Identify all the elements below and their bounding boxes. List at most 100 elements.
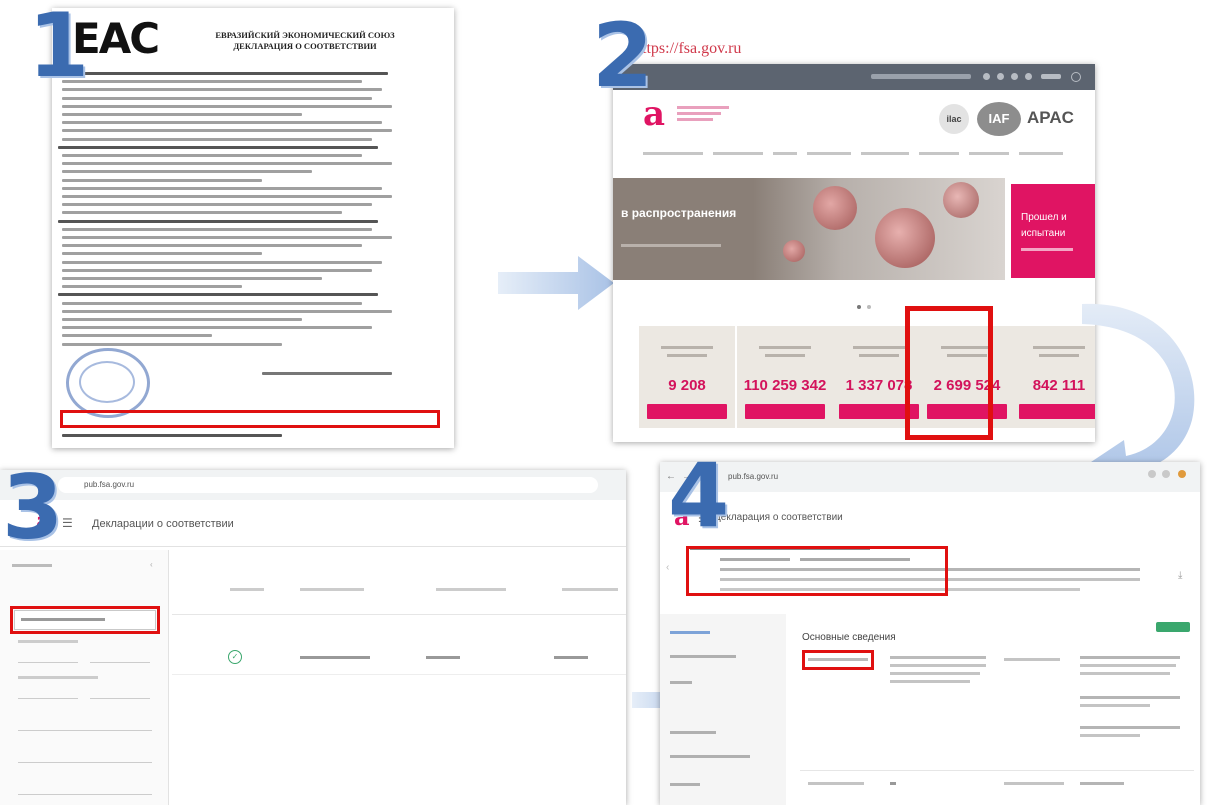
browser-bar: ⟳ pub.fsa.gov.ru [0, 470, 626, 500]
document-text-line [62, 227, 372, 231]
sidebar-item-label [670, 755, 750, 758]
stat-open-button[interactable] [647, 404, 727, 419]
filter-sidebar: ‹ [0, 550, 169, 805]
document-text-line [62, 186, 382, 190]
extension-icon[interactable] [1162, 470, 1170, 478]
menu-icon[interactable]: ☰ [62, 516, 73, 530]
document-text-line [62, 318, 302, 321]
stat-label [667, 354, 707, 357]
step-number-1: 1 [28, 0, 90, 97]
banner-side-card[interactable]: Прошел и испытани [1011, 184, 1095, 278]
seal-stamp [66, 348, 150, 418]
document-text-line [58, 145, 378, 149]
site-topbar [613, 64, 1095, 90]
collapse-icon[interactable]: ‹ [150, 560, 153, 569]
date-to-input-2[interactable] [90, 686, 150, 699]
search-icon[interactable] [1071, 72, 1081, 82]
main-nav [643, 152, 1083, 158]
declarations-highlight [905, 306, 993, 440]
date-from-input[interactable] [18, 650, 78, 663]
signature-line [262, 372, 392, 375]
download-icon[interactable]: ⤓ [1178, 570, 1182, 581]
youtube-icon[interactable] [1011, 73, 1018, 80]
page-title: Декларация о соответствии [714, 512, 843, 523]
nav-item[interactable] [773, 152, 797, 155]
twitter-icon[interactable] [983, 73, 990, 80]
sidebar-item[interactable] [670, 700, 780, 714]
status-select[interactable] [18, 712, 152, 731]
document-text-line [62, 268, 372, 272]
news-banner[interactable]: в распространения [613, 178, 1005, 280]
nav-item[interactable] [1019, 152, 1063, 155]
nav-item[interactable] [807, 152, 851, 155]
date-from-input-2[interactable] [18, 686, 78, 699]
sidebar-item[interactable] [670, 676, 780, 690]
step-number-2: 2 [592, 4, 654, 107]
stat-label [1039, 354, 1079, 357]
document-text-line [62, 129, 392, 133]
document-text-line [62, 162, 392, 166]
document-text-line [62, 309, 392, 313]
stat-value: 110 259 342 [743, 377, 827, 394]
banner-text: в распространения [621, 206, 737, 220]
document-text-line [62, 80, 362, 84]
sidebar-item[interactable] [670, 726, 780, 740]
stat-open-button[interactable] [745, 404, 825, 419]
sidebar-item-label [670, 783, 700, 786]
registration-info-highlight [686, 546, 948, 596]
prev-icon[interactable]: ‹ [666, 562, 669, 573]
date-to-input[interactable] [90, 650, 150, 663]
nav-item[interactable] [713, 152, 763, 155]
stat-label [1033, 346, 1085, 349]
extension-icon[interactable] [1148, 470, 1156, 478]
stat-value: 9 208 [668, 377, 706, 394]
stat-label [859, 354, 899, 357]
registry-search-page: ⟳ pub.fsa.gov.ru a ☰ Декларации о соотве… [0, 470, 626, 805]
sidebar-item[interactable] [670, 778, 780, 792]
stat-label [765, 354, 805, 357]
banner-side-text2: испытани [1021, 228, 1066, 239]
slider-dots[interactable] [857, 296, 872, 314]
document-text-line [62, 326, 372, 330]
section-title: Основные сведения [802, 632, 896, 643]
edit-badge[interactable] [1156, 622, 1190, 632]
sidebar-item-label [670, 631, 710, 634]
document-text-line [62, 260, 382, 264]
language-switch[interactable] [1041, 74, 1061, 79]
step-number-4: 4 [668, 444, 730, 547]
facebook-icon[interactable] [997, 73, 1004, 80]
nav-item[interactable] [919, 152, 959, 155]
sidebar-item[interactable] [670, 626, 780, 640]
document-text-line [62, 88, 382, 92]
address-bar-url[interactable]: pub.fsa.gov.ru [728, 472, 778, 481]
sidebar-item-label [670, 655, 736, 658]
document-text-line [62, 244, 362, 248]
profile-icon[interactable] [1178, 470, 1186, 478]
filter-select-2[interactable] [18, 744, 152, 763]
document-text-line [62, 301, 362, 305]
document-text-line [62, 154, 362, 157]
arrow-right-icon [498, 256, 614, 310]
sidebar-item-label [670, 731, 716, 734]
document-title-line2: ДЕКЛАРАЦИЯ О СООТВЕТСТВИИ [233, 41, 377, 51]
address-bar-url[interactable]: pub.fsa.gov.ru [84, 480, 134, 489]
status-field-highlight [802, 650, 874, 670]
document-text-line [62, 170, 312, 174]
declaration-details-page: ← → pub.fsa.gov.ru a ☰ Декларация о соот… [660, 462, 1200, 805]
nav-item[interactable] [969, 152, 1009, 155]
document-text-line [62, 211, 342, 215]
document-text-line [62, 334, 212, 338]
nav-item[interactable] [643, 152, 703, 155]
document-text-line [62, 195, 392, 198]
vk-icon[interactable] [1025, 73, 1032, 80]
filter-select-3[interactable] [18, 776, 152, 795]
nav-item[interactable] [861, 152, 909, 155]
document-text-line [62, 236, 392, 239]
document-text-line [62, 203, 372, 207]
step-number-3: 3 [2, 456, 64, 559]
sidebar-item[interactable] [670, 750, 780, 764]
document-text-line [62, 342, 282, 346]
sidebar-item[interactable] [670, 650, 780, 664]
table-row[interactable]: ✓ [172, 638, 626, 675]
registration-date-line [62, 434, 282, 437]
